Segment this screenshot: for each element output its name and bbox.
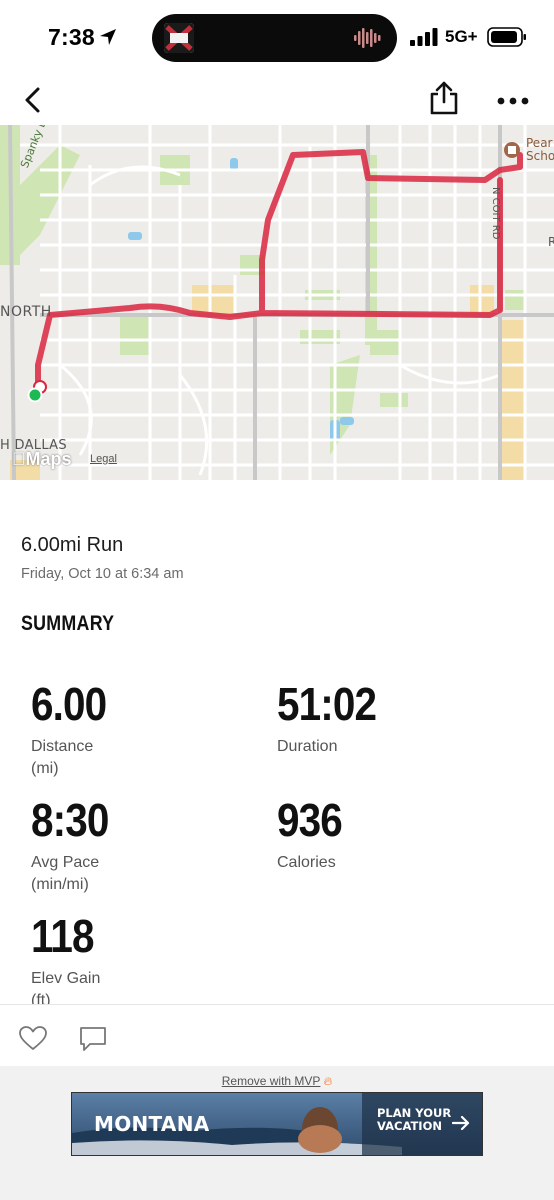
apple-maps-brand: Maps xyxy=(12,449,72,470)
map-label-coit-rd: N COIT RD xyxy=(490,187,501,240)
location-arrow-icon xyxy=(100,29,116,45)
activity-action-bar xyxy=(0,1004,554,1066)
activity-date: Friday, Oct 10 at 6:34 am xyxy=(21,566,184,582)
stat-value: 6.00 xyxy=(31,678,107,730)
audio-waveform-icon xyxy=(354,28,381,48)
network-type: 5G+ xyxy=(445,27,478,46)
maps-legal-link[interactable]: Legal xyxy=(90,453,117,465)
status-time: 7:38 xyxy=(48,24,95,50)
ad-cta-text: PLAN YOUR VACATION xyxy=(377,1106,452,1133)
share-icon[interactable] xyxy=(428,80,460,116)
map-canvas xyxy=(0,125,554,480)
top-navigation xyxy=(0,76,554,124)
activity-title: 6.00mi Run xyxy=(21,534,124,556)
stat-calories: 936 Calories xyxy=(277,796,351,874)
stat-elev-gain: 118 Elev Gain (ft) xyxy=(31,912,102,1012)
maps-brand-text: Maps xyxy=(12,449,72,469)
stat-distance: 6.00 Distance (mi) xyxy=(31,680,117,780)
stat-value: 118 xyxy=(31,910,95,962)
dynamic-island[interactable] xyxy=(152,14,397,62)
route-map[interactable]: NORTH H DALLAS Spanky Branch N COIT RD P… xyxy=(0,125,554,480)
stat-label: Duration xyxy=(277,738,338,755)
stat-label: Calories xyxy=(277,854,336,871)
status-bar: 7:38 5G+ xyxy=(0,0,554,76)
stat-value: 8:30 xyxy=(31,794,109,846)
stat-value: 936 xyxy=(277,794,343,846)
apple-logo-icon:  xyxy=(12,449,26,469)
battery-icon xyxy=(487,27,526,47)
comment-icon[interactable] xyxy=(78,1025,108,1053)
ad-banner[interactable]: MONTANA PLAN YOUR VACATION xyxy=(71,1092,483,1156)
map-label-r: R xyxy=(548,235,554,249)
stat-avg-pace: 8:30 Avg Pace (min/mi) xyxy=(31,796,119,896)
stat-value: 51:02 xyxy=(277,678,377,730)
map-label-poi: Pear Scho xyxy=(526,136,554,163)
stat-label: Distance (mi) xyxy=(31,738,94,777)
chevron-left-icon[interactable] xyxy=(18,84,50,116)
ad-area: Remove with MVP 🔥︎ MONTANA PLAN YOUR VACA… xyxy=(0,1066,554,1200)
map-label-north: NORTH xyxy=(0,304,52,320)
heart-icon[interactable] xyxy=(18,1025,48,1051)
arrow-right-icon xyxy=(452,1115,470,1131)
signal-bars-icon xyxy=(410,28,438,46)
now-playing-artwork xyxy=(164,23,194,53)
flame-icon: 🔥︎ xyxy=(323,1074,333,1088)
ad-brand-text: MONTANA xyxy=(94,1112,210,1136)
stat-duration: 51:02 Duration xyxy=(277,680,390,758)
start-marker xyxy=(27,387,43,403)
stat-label: Avg Pace (min/mi) xyxy=(31,854,100,893)
remove-ads-link[interactable]: Remove with MVP 🔥︎ xyxy=(0,1074,554,1089)
summary-heading: SUMMARY xyxy=(21,612,115,635)
remove-ads-text[interactable]: Remove with MVP xyxy=(222,1074,321,1088)
more-dots-icon[interactable] xyxy=(494,84,532,116)
